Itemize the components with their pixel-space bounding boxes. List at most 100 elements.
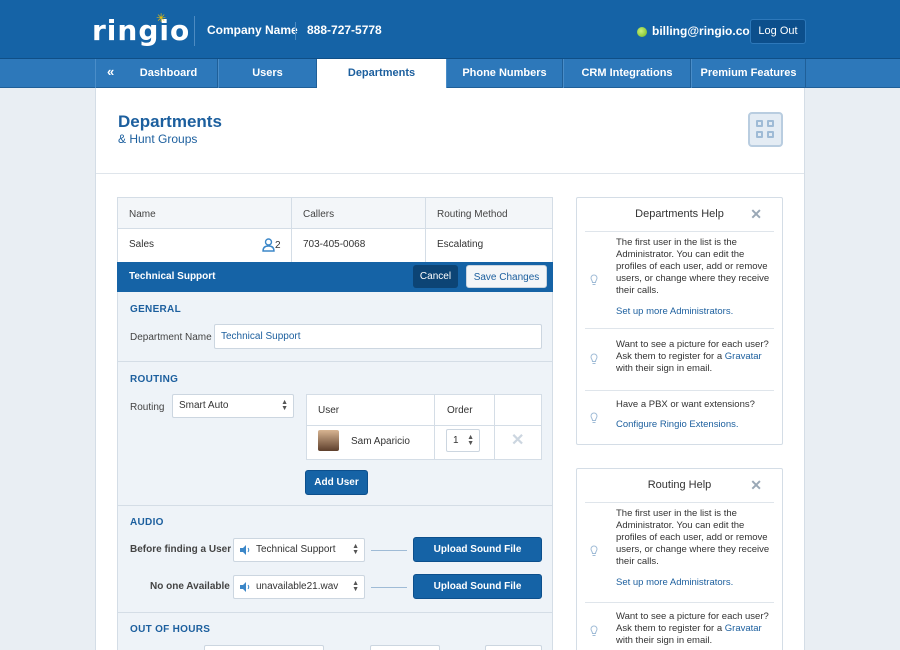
- out-of-hours-field[interactable]: [485, 645, 542, 650]
- header-divider: [295, 22, 296, 40]
- header-divider: [194, 16, 195, 46]
- gravatar-link[interactable]: Gravatar: [725, 623, 762, 634]
- lightbulb-icon: [590, 545, 598, 556]
- help-link[interactable]: Configure Ringio Extensions.: [616, 419, 739, 430]
- column-divider: [291, 229, 292, 262]
- online-status-icon: [637, 27, 647, 37]
- tab-premium-features[interactable]: Premium Features: [691, 59, 806, 88]
- table-row[interactable]: Sales 2 703-405-0068 Escalating: [117, 229, 553, 262]
- out-of-hours-field[interactable]: [370, 645, 440, 650]
- section-routing-label: ROUTING: [130, 374, 179, 385]
- select-arrows-icon: ▲ ▼: [281, 399, 288, 412]
- department-routing: Escalating: [437, 239, 484, 250]
- routing-user-name: Sam Aparicio: [351, 436, 410, 447]
- close-icon[interactable]: ✕: [750, 477, 762, 494]
- department-callers: 703-405-0068: [303, 239, 366, 250]
- tab-phone-numbers[interactable]: Phone Numbers: [446, 59, 563, 88]
- help-text: Want to see a picture for each user? Ask…: [616, 611, 769, 646]
- collapse-nav-icon[interactable]: «: [107, 64, 114, 79]
- divider: [118, 361, 552, 362]
- divider: [585, 231, 774, 232]
- table-row[interactable]: Sam Aparicio 1 ▲ ▼ ✕: [306, 425, 542, 460]
- divider: [96, 173, 804, 174]
- column-header-order: Order: [447, 405, 473, 416]
- section-general-label: GENERAL: [130, 304, 181, 315]
- order-select[interactable]: 1 ▲ ▼: [446, 429, 480, 452]
- section-out-of-hours-label: OUT OF HOURS: [130, 624, 211, 635]
- help-link[interactable]: Set up more Administrators.: [616, 577, 733, 588]
- department-name-input[interactable]: Technical Support: [214, 324, 542, 349]
- select-arrows-icon: ▲ ▼: [352, 580, 359, 593]
- account-email[interactable]: billing@ringio.com: [652, 24, 760, 38]
- divider: [585, 502, 774, 503]
- connector-line: [371, 587, 407, 588]
- column-header-user: User: [318, 405, 340, 416]
- ringio-logo[interactable]: ringio ✳: [92, 11, 190, 47]
- company-name: Company Name: [207, 23, 298, 37]
- cancel-button[interactable]: Cancel: [413, 265, 458, 288]
- speaker-icon: [240, 582, 250, 592]
- divider: [585, 390, 774, 391]
- column-divider: [291, 198, 292, 229]
- tab-crm-integrations[interactable]: CRM Integrations: [563, 59, 691, 88]
- lightbulb-icon: [590, 353, 598, 364]
- page-title: Departments: [118, 112, 222, 131]
- top-bar: ringio ✳ Company Name 888-727-5778 billin…: [0, 0, 900, 59]
- column-divider: [425, 229, 426, 262]
- grid-view-icon[interactable]: [748, 112, 783, 147]
- divider: [118, 612, 552, 613]
- add-user-button[interactable]: Add User: [305, 470, 368, 495]
- divider: [585, 328, 774, 329]
- department-editor-header: Technical Support Cancel Save Changes: [117, 262, 553, 292]
- out-of-hours-field[interactable]: [204, 645, 324, 650]
- help-text: The first user in the list is the Admini…: [616, 508, 770, 567]
- connector-line: [371, 550, 407, 551]
- divider: [118, 505, 552, 506]
- help-link[interactable]: Set up more Administrators.: [616, 306, 733, 317]
- before-user-sound-select[interactable]: Technical Support ▲ ▼: [233, 538, 365, 562]
- divider: [585, 602, 774, 603]
- help-text: Have a PBX or want extensions?: [616, 399, 755, 410]
- select-arrows-icon: ▲ ▼: [467, 434, 474, 447]
- before-user-label: Before finding a User: [130, 544, 232, 555]
- departments-table-header: Name Callers Routing Method: [117, 197, 553, 229]
- departments-help-panel: Departments Help ✕ The first user in the…: [576, 197, 783, 445]
- column-header-name[interactable]: Name: [129, 209, 156, 220]
- upload-sound-file-button[interactable]: Upload Sound File: [413, 574, 542, 599]
- department-name: Sales: [129, 239, 155, 250]
- help-text: The first user in the list is the Admini…: [616, 237, 770, 296]
- logout-button[interactable]: Log Out: [750, 19, 806, 44]
- remove-user-icon[interactable]: ✕: [511, 430, 524, 450]
- department-editor: GENERAL Department Name Technical Suppor…: [117, 292, 553, 650]
- main-nav: Dashboard Users Departments Phone Number…: [0, 59, 900, 89]
- company-phone: 888-727-5778: [307, 23, 382, 37]
- routing-select[interactable]: Smart Auto ▲ ▼: [172, 394, 294, 418]
- save-changes-button[interactable]: Save Changes: [466, 265, 547, 288]
- no-one-available-sound-select[interactable]: unavailable21.wav ▲ ▼: [233, 575, 365, 599]
- no-one-available-label: No one Available: [150, 581, 230, 592]
- tab-users[interactable]: Users: [218, 59, 317, 88]
- logo-star-icon: ✳: [156, 11, 168, 25]
- department-name-label: Department Name: [130, 332, 212, 343]
- section-audio-label: AUDIO: [130, 517, 164, 528]
- tab-departments[interactable]: Departments: [317, 59, 446, 89]
- page-subtitle: & Hunt Groups: [118, 132, 198, 146]
- speaker-icon: [240, 545, 250, 555]
- upload-sound-file-button[interactable]: Upload Sound File: [413, 537, 542, 562]
- user-count: 2: [275, 240, 281, 251]
- gravatar-link[interactable]: Gravatar: [725, 351, 762, 362]
- select-arrows-icon: ▲ ▼: [352, 543, 359, 556]
- column-header-callers[interactable]: Callers: [303, 209, 334, 220]
- lightbulb-icon: [590, 412, 598, 423]
- help-text: Want to see a picture for each user? Ask…: [616, 339, 769, 374]
- lightbulb-icon: [590, 625, 598, 636]
- column-header-routing[interactable]: Routing Method: [437, 209, 508, 220]
- routing-label: Routing: [130, 402, 165, 413]
- close-icon[interactable]: ✕: [750, 206, 762, 223]
- routing-help-panel: Routing Help ✕ The first user in the lis…: [576, 468, 783, 650]
- users-icon: [262, 238, 275, 252]
- avatar: [318, 430, 339, 451]
- editor-title: Technical Support: [129, 271, 216, 282]
- lightbulb-icon: [590, 274, 598, 285]
- column-divider: [425, 198, 426, 229]
